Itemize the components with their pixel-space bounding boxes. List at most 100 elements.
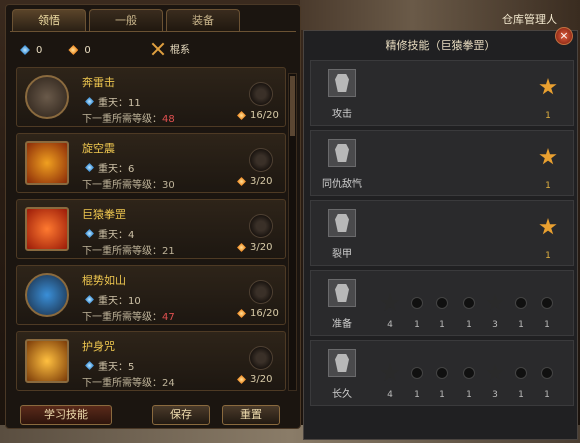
skill-required-level: 24 [162, 378, 175, 389]
node-count: 1 [518, 320, 524, 330]
blue-gem-count: 0 [36, 44, 43, 56]
skill-requirement-prefix: 下一重所需等级： [82, 180, 162, 191]
skill-level-text: 重天：5 [98, 362, 135, 373]
skill-level-text: 重天：10 [98, 296, 141, 307]
skill-slot[interactable] [249, 346, 273, 370]
skill-slot[interactable] [249, 280, 273, 304]
learn-skill-button[interactable]: 学习技能 [20, 405, 112, 425]
skill-required-level: 30 [162, 180, 175, 191]
reset-button[interactable]: 重置 [222, 405, 280, 425]
star-node-icon[interactable] [539, 148, 557, 165]
node-count: 4 [387, 390, 393, 400]
skill-requirement: 下一重所需等级：24 [82, 374, 175, 389]
weapon-type: 棍系 [151, 41, 190, 56]
armor-icon [328, 139, 356, 167]
empty-node-icon[interactable] [436, 297, 448, 309]
skill-name: 巨猿拳罡 [82, 208, 126, 221]
empty-node-icon[interactable] [541, 367, 553, 379]
tab-equipment[interactable]: 装备 [166, 9, 240, 31]
refine-row-label: 攻击 [332, 109, 352, 120]
skill-progress: 16/20 [237, 110, 279, 121]
blue-gem-icon [85, 163, 94, 172]
blue-gem-icon [85, 295, 94, 304]
skill-level: 重天：4 [85, 226, 134, 241]
skill-requirement: 下一重所需等级：30 [82, 176, 175, 191]
node-count: 1 [544, 320, 550, 330]
star-node-icon[interactable] [539, 78, 557, 95]
skill-card[interactable]: 棍势如山 重天：10 下一重所需等级：47 16/20 [16, 265, 286, 325]
skill-progress-text: 3/20 [250, 242, 273, 253]
node-count: 1 [414, 320, 420, 330]
tab-bar: 领悟 一般 装备 [12, 9, 240, 31]
refine-row-label: 裂甲 [332, 249, 352, 260]
skill-requirement: 下一重所需等级：47 [82, 308, 175, 323]
skill-list-scrollbar[interactable] [288, 73, 297, 391]
save-button[interactable]: 保存 [152, 405, 210, 425]
skill-progress: 3/20 [237, 176, 272, 187]
skill-level: 重天：6 [85, 160, 134, 175]
empty-node-icon[interactable] [411, 367, 423, 379]
skill-name: 旋空震 [82, 142, 115, 155]
empty-star-node-icon[interactable] [486, 294, 504, 311]
empty-star-node-icon[interactable] [380, 363, 400, 382]
tab-divider [10, 31, 296, 32]
skill-card[interactable]: 奔雷击 重天：11 下一重所需等级：48 16/20 [16, 67, 286, 127]
skill-requirement-prefix: 下一重所需等级： [82, 114, 162, 125]
empty-star-node-icon[interactable] [380, 293, 400, 312]
empty-node-icon[interactable] [515, 297, 527, 309]
armor-icon [328, 279, 356, 307]
resource-bar: 0 0 [20, 43, 91, 57]
blue-gem-icon [85, 361, 94, 370]
blue-gem-icon [85, 97, 94, 106]
skill-slot[interactable] [249, 82, 273, 106]
skill-required-level: 48 [162, 114, 175, 125]
skill-progress: 16/20 [237, 308, 279, 319]
node-count: 1 [545, 111, 551, 121]
skill-slot[interactable] [249, 214, 273, 238]
refine-panel-title: 精修技能（巨猿拳罡） [385, 39, 496, 52]
skill-slot[interactable] [249, 148, 273, 172]
star-node-icon[interactable] [539, 218, 557, 235]
scrollbar-thumb[interactable] [290, 76, 295, 136]
skill-name: 奔雷击 [82, 76, 115, 89]
skill-card[interactable]: 巨猿拳罡 重天：4 下一重所需等级：21 3/20 [16, 199, 286, 259]
skill-level: 重天：11 [85, 94, 141, 109]
orange-gem-icon [237, 309, 246, 318]
skill-progress-text: 16/20 [250, 110, 279, 121]
orange-gem-icon [237, 243, 246, 252]
empty-node-icon[interactable] [463, 367, 475, 379]
tab-comprehend[interactable]: 领悟 [12, 9, 86, 31]
armor-icon [328, 69, 356, 97]
skill-name: 棍势如山 [82, 274, 126, 287]
skill-requirement-prefix: 下一重所需等级： [82, 378, 162, 389]
refine-row: 准备 4 1 1 1 3 1 1 [310, 270, 574, 336]
skill-level-text: 重天：4 [98, 230, 135, 241]
node-count: 1 [466, 390, 472, 400]
tab-general[interactable]: 一般 [89, 9, 163, 31]
orange-gem-icon [237, 177, 246, 186]
empty-node-icon[interactable] [541, 297, 553, 309]
skill-progress-text: 3/20 [250, 374, 273, 385]
skill-name: 护身咒 [82, 340, 115, 353]
empty-star-node-icon[interactable] [486, 364, 504, 381]
empty-node-icon[interactable] [463, 297, 475, 309]
node-count: 1 [414, 390, 420, 400]
blue-gem-icon [20, 45, 30, 55]
orange-gem-icon [68, 45, 79, 55]
armor-icon [328, 349, 356, 377]
skill-thunder-strike-icon [25, 75, 69, 119]
skill-whirlwind-icon [25, 141, 69, 185]
skill-required-level: 47 [162, 312, 175, 323]
empty-node-icon[interactable] [436, 367, 448, 379]
refine-row-label: 同仇敌忾 [322, 179, 362, 190]
skill-requirement-prefix: 下一重所需等级： [82, 246, 162, 257]
skill-card[interactable]: 旋空震 重天：6 下一重所需等级：30 3/20 [16, 133, 286, 193]
node-count: 1 [439, 390, 445, 400]
close-button[interactable]: × [555, 27, 573, 45]
skill-body-guard-icon [25, 339, 69, 383]
skill-requirement: 下一重所需等级：21 [82, 242, 175, 257]
warehouse-manager-label[interactable]: 仓库管理人 [502, 11, 557, 27]
empty-node-icon[interactable] [515, 367, 527, 379]
skill-card[interactable]: 护身咒 重天：5 下一重所需等级：24 3/20 [16, 331, 286, 391]
empty-node-icon[interactable] [411, 297, 423, 309]
